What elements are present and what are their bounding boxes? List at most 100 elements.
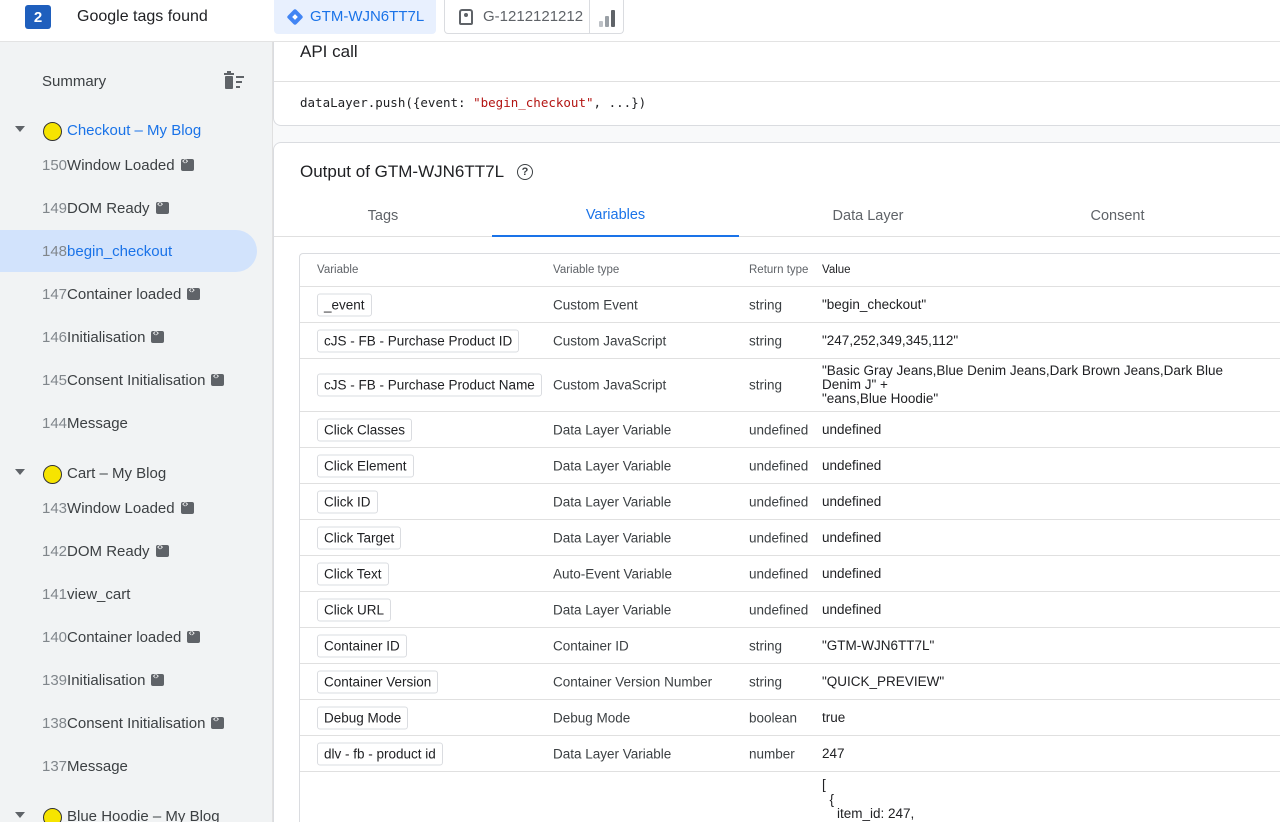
event-item-text: 142DOM Ready bbox=[42, 542, 169, 560]
event-item[interactable]: 143Window Loaded bbox=[0, 487, 257, 529]
tab-gtm-label: GTM-WJN6TT7L bbox=[310, 8, 425, 25]
tab-consent[interactable]: Consent bbox=[997, 195, 1238, 237]
table-header: Variable Variable type Return type Value bbox=[300, 254, 1280, 286]
variable-name-chip[interactable]: Click Element bbox=[317, 454, 414, 477]
event-group-label: Blue Hoodie – My Blog bbox=[67, 808, 220, 822]
variable-name-cell: Container Version bbox=[317, 670, 439, 693]
variable-name-cell: Click ID bbox=[317, 490, 378, 513]
event-number: 149 bbox=[42, 200, 68, 217]
tab-tags[interactable]: Tags bbox=[274, 195, 492, 237]
tab-gtm-container[interactable]: GTM-WJN6TT7L bbox=[274, 0, 436, 34]
variable-name-cell: _event bbox=[317, 293, 372, 316]
event-group[interactable]: Blue Hoodie – My Blog bbox=[0, 799, 272, 822]
api-call-card: API call dataLayer.push({event: "begin_c… bbox=[273, 42, 1280, 126]
tags-found-label: Google tags found bbox=[77, 8, 208, 25]
event-item-text: 141view_cart bbox=[42, 586, 130, 603]
event-item-text: 147Container loaded bbox=[42, 285, 201, 303]
code-icon bbox=[211, 714, 225, 729]
variable-type-cell: Data Layer Variable bbox=[553, 530, 672, 545]
help-icon[interactable]: ? bbox=[517, 164, 533, 180]
variable-type-cell: Container ID bbox=[553, 638, 629, 653]
variable-name-chip[interactable]: Container Version bbox=[317, 670, 439, 693]
summary-item[interactable]: Summary bbox=[42, 73, 106, 90]
value-cell: undefined bbox=[822, 529, 882, 545]
event-item[interactable]: 137Message bbox=[0, 745, 257, 787]
value-cell: undefined bbox=[822, 565, 882, 581]
value-cell: 247 bbox=[822, 745, 845, 761]
event-item[interactable]: 148begin_checkout bbox=[0, 230, 257, 272]
chevron-down-icon[interactable] bbox=[15, 812, 25, 818]
event-number: 150 bbox=[42, 157, 68, 174]
variable-name-cell: cJS - FB - Purchase Product ID bbox=[317, 329, 520, 352]
variable-name-chip[interactable]: _event bbox=[317, 293, 372, 316]
variable-name-chip[interactable]: Debug Mode bbox=[317, 706, 409, 729]
variable-name-chip[interactable]: Click ID bbox=[317, 490, 378, 513]
variable-type-cell: Debug Mode bbox=[553, 710, 631, 725]
event-item[interactable]: 138Consent Initialisation bbox=[0, 702, 257, 744]
event-item[interactable]: 146Initialisation bbox=[0, 316, 257, 358]
return-type-cell: string bbox=[749, 674, 783, 689]
col-value: Value bbox=[822, 264, 851, 276]
analytics-bars-icon bbox=[589, 0, 623, 34]
variable-type-cell: Custom JavaScript bbox=[553, 377, 667, 393]
tab-data-layer[interactable]: Data Layer bbox=[739, 195, 997, 237]
return-type-cell: undefined bbox=[749, 530, 809, 545]
event-item[interactable]: 145Consent Initialisation bbox=[0, 359, 257, 401]
event-name: Consent Initialisation bbox=[67, 372, 206, 389]
variable-type-cell: Auto-Event Variable bbox=[553, 566, 673, 581]
event-item[interactable]: 139Initialisation bbox=[0, 659, 257, 701]
table-row: Click ID Data Layer Variable undefined unde… bbox=[300, 483, 1280, 519]
variable-name-chip[interactable]: cJS - FB - Purchase Product Name bbox=[317, 373, 542, 397]
event-item[interactable]: 149DOM Ready bbox=[0, 187, 257, 229]
event-item[interactable]: 144Message bbox=[0, 402, 257, 444]
table-row: cJS - FB - Purchase Product Name Custom J… bbox=[300, 358, 1280, 411]
variable-name-chip[interactable]: Click Classes bbox=[317, 418, 413, 441]
variable-name-chip[interactable]: dlv - fb - product id bbox=[317, 742, 443, 765]
tab-google-tag-label: G-1212121212 bbox=[483, 8, 584, 25]
event-item[interactable]: 142DOM Ready bbox=[0, 530, 257, 572]
code-icon bbox=[180, 499, 194, 514]
variable-name-chip[interactable]: Container ID bbox=[317, 634, 407, 657]
event-item-text: 145Consent Initialisation bbox=[42, 371, 225, 389]
table-row: Click Target Data Layer Variable undefined… bbox=[300, 519, 1280, 555]
clear-all-icon[interactable] bbox=[222, 71, 246, 91]
variable-name-cell: Debug Mode bbox=[317, 706, 409, 729]
table-row: [ { item_id: 247, item_name: "Basic Gray… bbox=[300, 771, 1280, 822]
event-item-text: 137Message bbox=[42, 758, 128, 775]
event-item[interactable]: 150Window Loaded bbox=[0, 144, 257, 186]
variable-name-chip[interactable]: cJS - FB - Purchase Product ID bbox=[317, 329, 520, 352]
variable-name-chip[interactable]: Click Text bbox=[317, 562, 389, 585]
return-type-cell: string bbox=[749, 333, 783, 348]
code-icon bbox=[155, 199, 169, 214]
event-item[interactable]: 141view_cart bbox=[0, 573, 257, 615]
event-item[interactable]: 147Container loaded bbox=[0, 273, 257, 315]
output-title: Output of GTM-WJN6TT7L bbox=[300, 162, 505, 181]
chevron-down-icon[interactable] bbox=[15, 469, 25, 475]
variable-name-chip[interactable]: Click Target bbox=[317, 526, 402, 549]
event-item-text: 143Window Loaded bbox=[42, 499, 194, 517]
event-item-text: 146Initialisation bbox=[42, 328, 165, 346]
table-row: Click Text Auto-Event Variable undefined un… bbox=[300, 555, 1280, 591]
value-cell: undefined bbox=[822, 421, 882, 437]
table-row: Click Classes Data Layer Variable undefine… bbox=[300, 411, 1280, 447]
event-name: Window Loaded bbox=[67, 500, 175, 517]
event-name: Container loaded bbox=[67, 286, 182, 303]
event-name: begin_checkout bbox=[67, 243, 173, 260]
main-panel: API call dataLayer.push({event: "begin_c… bbox=[273, 42, 1280, 822]
col-variable: Variable bbox=[317, 264, 359, 276]
col-return-type: Return type bbox=[749, 264, 809, 276]
chevron-down-icon[interactable] bbox=[15, 126, 25, 132]
variable-type-cell: Custom Event bbox=[553, 297, 638, 312]
event-name: Message bbox=[67, 415, 128, 432]
value-cell: undefined bbox=[822, 601, 882, 617]
tab-google-tag[interactable]: G-1212121212 bbox=[444, 0, 624, 34]
table-row: dlv - fb - product id Data Layer Variable… bbox=[300, 735, 1280, 771]
return-type-cell: string bbox=[749, 377, 783, 393]
tab-variables[interactable]: Variables bbox=[492, 195, 739, 237]
event-item[interactable]: 140Container loaded bbox=[0, 616, 257, 658]
variable-type-cell: Data Layer Variable bbox=[553, 422, 672, 437]
table-row: Click Element Data Layer Variable undefine… bbox=[300, 447, 1280, 483]
event-name: view_cart bbox=[67, 586, 131, 603]
variable-name-chip[interactable]: Click URL bbox=[317, 598, 392, 621]
event-number: 138 bbox=[42, 715, 68, 732]
